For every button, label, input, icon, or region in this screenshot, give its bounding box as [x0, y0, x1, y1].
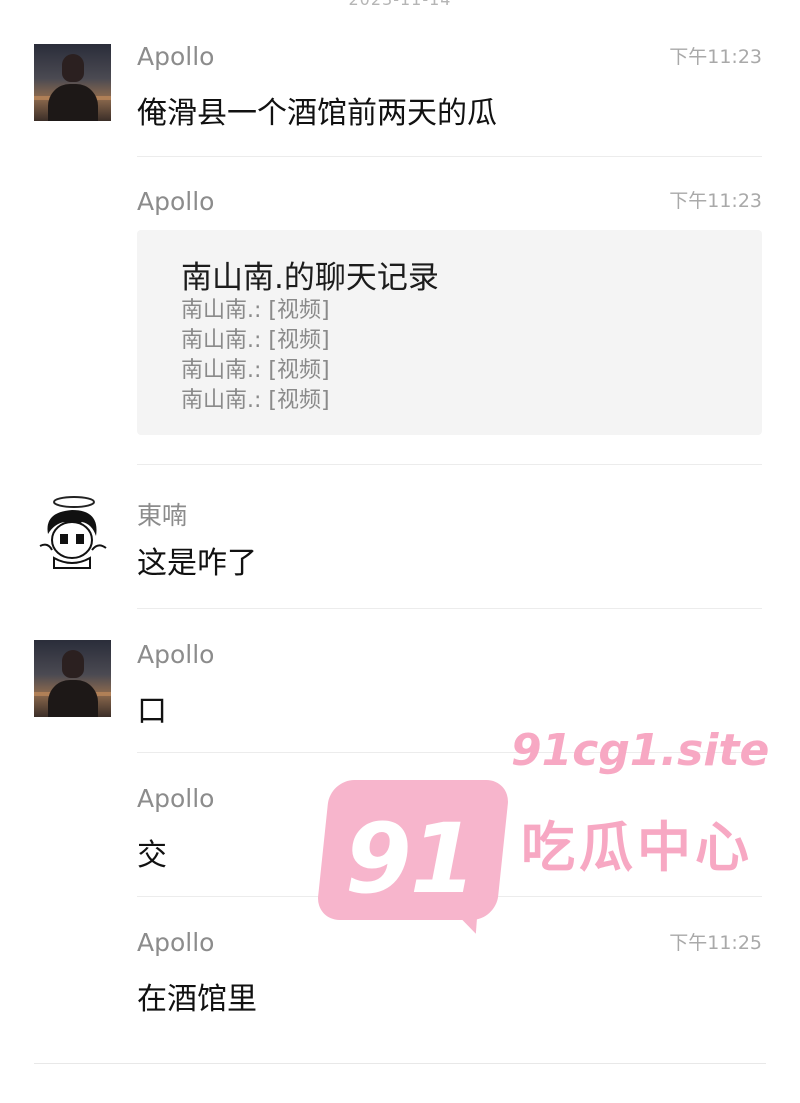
message-time: 下午11:23 — [669, 46, 762, 68]
divider — [137, 156, 762, 157]
date-header: 2023-11-14 — [0, 0, 800, 9]
sender-name: Apollo — [137, 928, 215, 957]
sender-name: Apollo — [137, 42, 215, 71]
user-avatar[interactable] — [34, 640, 111, 717]
card-title: 南山南.的聊天记录 — [181, 260, 439, 296]
card-line: 南山南.: [视频] — [181, 328, 330, 353]
sender-name: Apollo — [137, 640, 215, 669]
message-text[interactable]: 这是咋了 — [137, 538, 257, 582]
bottom-divider — [34, 1063, 766, 1064]
card-line: 南山南.: [视频] — [181, 298, 330, 323]
message-text[interactable]: 口 — [137, 686, 167, 730]
message-text[interactable]: 在酒馆里 — [137, 974, 257, 1018]
sender-name: 東喃 — [137, 501, 188, 530]
message-text[interactable]: 俺滑县一个酒馆前两天的瓜 — [137, 88, 497, 132]
card-line: 南山南.: [视频] — [181, 388, 330, 413]
cartoon-avatar[interactable] — [34, 494, 111, 571]
message-text[interactable]: 交 — [137, 830, 167, 874]
card-line: 南山南.: [视频] — [181, 358, 330, 383]
divider — [137, 608, 762, 609]
sender-name: Apollo — [137, 187, 215, 216]
watermark-number: 91 — [345, 803, 477, 915]
sender-name: Apollo — [137, 784, 215, 813]
divider — [137, 464, 762, 465]
user-avatar[interactable] — [34, 44, 111, 121]
chat-history-card[interactable]: 南山南.的聊天记录 南山南.: [视频] 南山南.: [视频] 南山南.: [视… — [137, 230, 762, 435]
watermark-site: 91cg1.site — [511, 725, 770, 776]
watermark: 91 91cg1.site 吃瓜中心 — [315, 725, 773, 940]
watermark-name: 吃瓜中心 — [521, 816, 753, 879]
message-time: 下午11:23 — [669, 190, 762, 212]
